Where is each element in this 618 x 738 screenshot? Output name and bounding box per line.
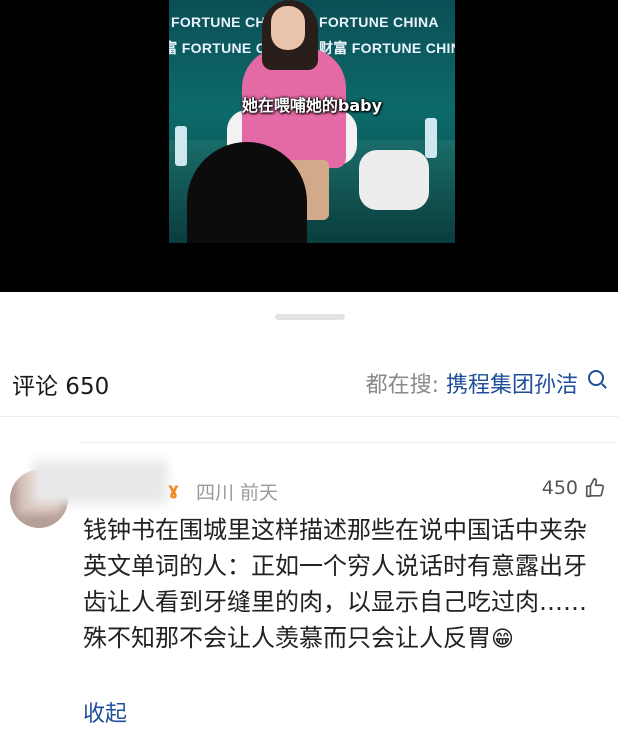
comment-meta: 四川 前天 (196, 482, 279, 504)
trending-search[interactable]: 都在搜: 携程集团孙洁 (366, 367, 604, 399)
video-subtitle: 她在喂哺她的baby (241, 96, 383, 115)
divider (0, 416, 618, 417)
divider (80, 442, 618, 443)
comments-sheet: 评论 650 都在搜: 携程集团孙洁 ɣ 四川 前天 450 钱钟书在围城里这样… (0, 292, 618, 738)
video-player[interactable]: FORTUNE CHINA FORTUNE CHINA 财富 FORTUNE C… (169, 0, 455, 243)
comment-body: 钱钟书在围城里这样描述那些在说中国话中夹杂英文单词的人：正如一个穷人说话时有意露… (83, 512, 603, 658)
stage-banner-text: 财富 FORTUNE CHINA (319, 40, 455, 56)
stage-banner-text: FORTUNE CHINA (319, 14, 439, 30)
like-button[interactable]: 450 (542, 477, 606, 499)
collapse-link[interactable]: 收起 (83, 696, 127, 728)
sheet-drag-handle[interactable] (275, 314, 345, 320)
search-icon[interactable] (588, 370, 604, 386)
trending-search-term[interactable]: 携程集团孙洁 (446, 373, 578, 398)
video-area[interactable]: FORTUNE CHINA FORTUNE CHINA 财富 FORTUNE C… (0, 0, 618, 292)
like-count: 450 (541, 477, 578, 499)
water-bottle (175, 126, 187, 166)
water-bottle (425, 118, 437, 158)
user-badge-icon: ɣ (168, 480, 179, 500)
trending-search-prefix: 都在搜: (365, 373, 439, 398)
comments-count-title: 评论 650 (12, 374, 110, 400)
thumb-up-icon[interactable] (584, 477, 606, 499)
speaker-face (271, 6, 305, 50)
side-chair (359, 150, 429, 210)
username-blurred[interactable] (32, 460, 168, 504)
grin-emoji-icon: 😁 (491, 627, 514, 652)
